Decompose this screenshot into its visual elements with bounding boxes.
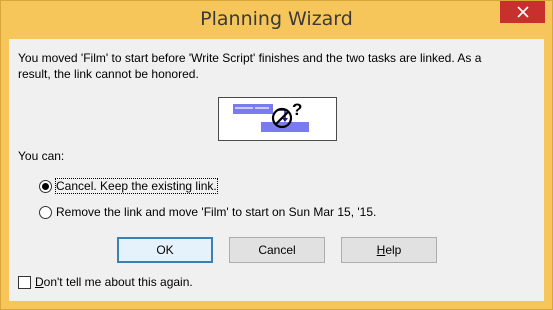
dont-tell-me-mnemonic: D — [35, 275, 44, 289]
option-remove-link-row[interactable]: Remove the link and move 'Film' to start… — [39, 205, 376, 219]
option-cancel-row[interactable]: Cancel. Keep the existing link. — [39, 178, 218, 194]
dont-tell-me-checkbox[interactable] — [18, 275, 31, 289]
illustration: ? — [218, 97, 337, 141]
dont-tell-me-rest: on't tell me about this again. — [43, 275, 193, 289]
radio-selected-dot — [42, 182, 49, 190]
option-remove-link-label[interactable]: Remove the link and move 'Film' to start… — [56, 205, 376, 219]
ok-button[interactable]: OK — [117, 237, 213, 263]
dont-tell-me-label[interactable]: Don't tell me about this again. — [35, 275, 193, 289]
cancel-button[interactable]: Cancel — [229, 237, 325, 263]
options-prompt: You can: — [18, 149, 65, 163]
question-mark-icon: ? — [292, 100, 303, 119]
message-line-1: You moved 'Film' to start before 'Write … — [18, 51, 482, 65]
help-label-rest: elp — [385, 243, 402, 257]
option-remove-link-radio[interactable] — [39, 205, 52, 219]
option-cancel-radio[interactable] — [39, 179, 52, 193]
title-bar[interactable]: Planning Wizard — [1, 1, 552, 39]
message-text: You moved 'Film' to start before 'Write … — [18, 50, 536, 82]
close-button[interactable] — [500, 1, 545, 23]
message-line-2: result, the link cannot be honored. — [18, 67, 199, 81]
window-title: Planning Wizard — [200, 8, 353, 30]
help-button-label: Help — [377, 243, 402, 257]
planning-wizard-dialog: Planning Wizard You moved 'Film' to star… — [0, 0, 553, 310]
close-icon — [516, 6, 529, 18]
dont-tell-me-row[interactable]: Don't tell me about this again. — [18, 275, 193, 289]
option-cancel-label[interactable]: Cancel. Keep the existing link. — [55, 178, 218, 194]
dialog-body: You moved 'Film' to start before 'Write … — [9, 39, 544, 301]
ok-button-label: OK — [156, 243, 174, 257]
help-button[interactable]: Help — [341, 237, 437, 263]
link-conflict-icon — [233, 104, 309, 132]
cancel-button-label: Cancel — [258, 243, 296, 257]
